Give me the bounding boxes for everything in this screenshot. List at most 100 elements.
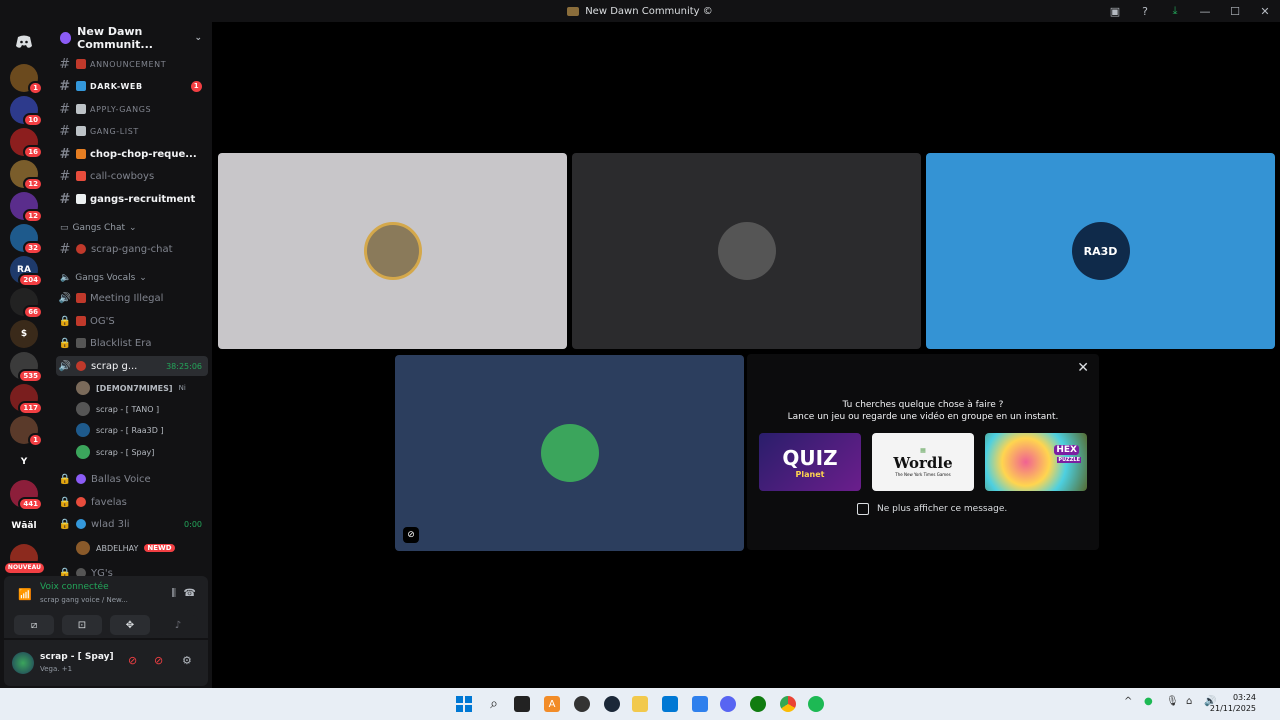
server-icon[interactable]: 12 xyxy=(10,192,43,223)
avatar[interactable] xyxy=(12,652,34,674)
mic-muted-icon[interactable]: ⊘ xyxy=(128,654,137,667)
minimize-button[interactable]: — xyxy=(1190,5,1220,18)
channel-scrap-gang-voice[interactable]: 🔊 scrap g... 38:25:06 xyxy=(56,356,208,376)
tile-user-2[interactable] xyxy=(572,153,921,349)
inbox-icon[interactable]: ▣ xyxy=(1100,5,1130,18)
clock[interactable]: 03:24 21/11/2025 xyxy=(1210,692,1256,714)
server-icon[interactable]: 12 xyxy=(10,160,43,191)
server-icon[interactable]: 32 xyxy=(10,224,43,255)
category-gangs-chat[interactable]: ▭ Gangs Chat ⌄ xyxy=(60,223,137,233)
dont-show-checkbox[interactable] xyxy=(857,503,869,515)
disconnect-icon[interactable]: ☎ xyxy=(184,588,196,599)
voice-channel[interactable]: 🔒 wlad 3li 0:00 xyxy=(56,514,208,534)
camera-button[interactable]: ⧄ xyxy=(14,615,54,635)
avatar xyxy=(717,222,776,280)
voice-channel-name[interactable]: scrap gang voice / New... xyxy=(40,596,128,604)
maximize-button[interactable]: ☐ xyxy=(1220,5,1250,18)
server-icon[interactable]: 16 xyxy=(10,128,43,159)
channel-emoji-icon xyxy=(76,171,86,181)
chrome-icon[interactable] xyxy=(780,696,796,712)
avatar xyxy=(76,381,90,395)
task-view-icon[interactable] xyxy=(514,696,530,712)
voice-user[interactable]: scrap - [ Raa3D ] xyxy=(76,420,208,440)
deafened-icon[interactable]: ⊘ xyxy=(154,654,163,667)
voice-user[interactable]: scrap - [ TANO ] xyxy=(76,399,208,419)
voice-status[interactable]: Voix connectée xyxy=(40,582,109,592)
server-icon[interactable]: 1 xyxy=(10,64,43,95)
hex-puzzle-card[interactable]: HEX PUZZLE xyxy=(985,433,1087,491)
tile-user-1[interactable] xyxy=(218,153,567,349)
channel-scrap-gang-chat[interactable]: # scrap-gang-chat xyxy=(56,239,208,259)
screen-share-button[interactable]: ⊡ xyxy=(62,615,102,635)
channel-emoji-icon xyxy=(76,338,86,348)
channel-emoji-icon xyxy=(76,474,86,484)
server-icon[interactable]: Wāäl xyxy=(10,512,38,540)
noise-suppression-icon[interactable]: ⫼ xyxy=(171,588,176,599)
activity-prompt: ✕ Tu cherches quelque chose à faire ? La… xyxy=(747,354,1099,550)
discord-home-icon[interactable] xyxy=(10,28,38,56)
notification-badge: 535 xyxy=(18,369,43,383)
app-icon[interactable] xyxy=(692,696,708,712)
server-icon[interactable]: 66 xyxy=(10,288,43,319)
server-icon[interactable]: 10 xyxy=(10,96,43,127)
server-icon[interactable]: Y xyxy=(10,448,38,476)
server-icon[interactable]: RA 204 xyxy=(10,256,43,287)
notification-badge: 16 xyxy=(23,145,43,159)
spotify-tray-icon[interactable]: ● xyxy=(1144,696,1153,707)
download-icon[interactable]: ⤓ xyxy=(1160,4,1190,18)
voice-channel[interactable]: 🔒 favelas xyxy=(56,492,208,512)
app-icon[interactable] xyxy=(574,696,590,712)
channel-emoji-icon xyxy=(76,104,86,114)
server-icon[interactable]: 535 xyxy=(10,352,43,383)
steam-icon[interactable] xyxy=(604,696,620,712)
server-icon[interactable]: NOUVEAU xyxy=(2,544,46,575)
hash-icon: # xyxy=(59,241,71,257)
voice-user[interactable]: [DEMON7MIMES] Ni xyxy=(76,378,208,398)
voice-user[interactable]: scrap - [ Spay] xyxy=(76,442,208,462)
spotify-icon[interactable] xyxy=(808,696,824,712)
tile-user-4[interactable]: ⊘ xyxy=(395,355,744,551)
network-icon[interactable]: ⌂ xyxy=(1186,696,1192,707)
close-icon[interactable]: ✕ xyxy=(1077,360,1089,376)
voice-user[interactable]: ABDELHAY NEWD xyxy=(76,538,208,558)
soundboard-button[interactable]: ♪ xyxy=(158,615,198,635)
discord-icon[interactable] xyxy=(720,696,736,712)
notification-badge: NOUVEAU xyxy=(2,561,46,575)
server-icon xyxy=(60,32,72,44)
hash-icon: # xyxy=(59,56,71,72)
channel-item[interactable]: # ANNOUNCEMENT xyxy=(56,54,208,74)
xbox-icon[interactable] xyxy=(750,696,766,712)
channel-item[interactable]: # gangs-recruitment xyxy=(56,189,208,209)
activities-button[interactable]: ✥ xyxy=(110,615,150,635)
voice-channel[interactable]: 🔒 OG'S xyxy=(56,311,208,331)
chevron-up-icon[interactable]: ^ xyxy=(1124,696,1132,707)
file-explorer-icon[interactable] xyxy=(632,696,648,712)
server-icon[interactable]: 441 xyxy=(10,480,43,511)
mic-icon[interactable]: 🎙 xyxy=(1166,696,1179,707)
voice-channel[interactable]: 🔊 Meeting Illegal xyxy=(56,288,208,308)
help-icon[interactable]: ? xyxy=(1130,5,1160,18)
channel-item[interactable]: # call-cowboys xyxy=(56,166,208,186)
channel-item[interactable]: # GANG-LIST xyxy=(56,121,208,141)
server-icon[interactable]: $ xyxy=(10,320,38,348)
wordle-card[interactable]: ▦ Wordle The New York Times Games xyxy=(872,433,974,491)
tile-user-3[interactable]: RA3D xyxy=(926,153,1275,349)
gear-icon[interactable]: ⚙ xyxy=(182,654,192,667)
quiz-planet-card[interactable]: QUIZ Planet xyxy=(759,433,861,491)
channel-item[interactable]: # chop-chop-reque... xyxy=(56,144,208,164)
server-icon[interactable]: 117 xyxy=(10,384,43,415)
voice-channel[interactable]: 🔒 Blacklist Era xyxy=(56,333,208,353)
title-bar: New Dawn Community © ▣ ? ⤓ — ☐ ✕ xyxy=(0,0,1280,22)
search-icon[interactable]: ⌕ xyxy=(486,696,502,712)
server-header[interactable]: New Dawn Communit... ⌄ xyxy=(48,22,212,54)
store-icon[interactable] xyxy=(662,696,678,712)
server-icon[interactable]: 1 xyxy=(10,416,43,447)
username[interactable]: scrap - [ Spay] xyxy=(40,652,114,662)
channel-item[interactable]: # APPLY-GANGS xyxy=(56,99,208,119)
close-button[interactable]: ✕ xyxy=(1250,5,1280,18)
start-icon[interactable] xyxy=(456,696,472,712)
category-gangs-vocals[interactable]: 🔈 Gangs Vocals ⌄ xyxy=(60,273,147,283)
app-a-icon[interactable]: A xyxy=(544,696,560,712)
channel-item[interactable]: # DARK-WEB 1 xyxy=(56,76,208,96)
voice-channel[interactable]: 🔒 Ballas Voice xyxy=(56,469,208,489)
